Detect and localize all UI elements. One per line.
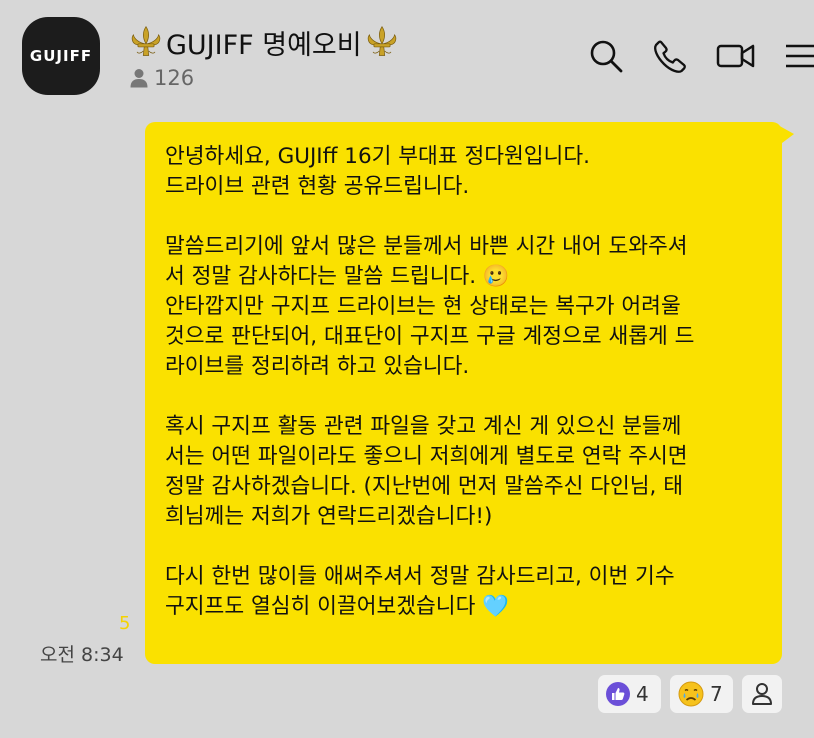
message-time: 오전 8:34 bbox=[40, 644, 124, 666]
message-bubble[interactable]: 안녕하세요, GUJIff 16기 부대표 정다원입니다. 드라이브 관련 현황 … bbox=[145, 122, 782, 664]
phone-icon[interactable] bbox=[652, 38, 688, 74]
message-line: 서는 어떤 파일이라도 좋으니 저희에게 별도로 연락 주시면 bbox=[165, 444, 688, 469]
chat-header: GUJIFF GUJIFF 명예오비 126 bbox=[0, 0, 814, 110]
like-count: 4 bbox=[636, 682, 649, 706]
search-icon[interactable] bbox=[588, 38, 624, 74]
message-line: 구지프도 열심히 이끌어보겠습니다 🩵 bbox=[165, 594, 509, 619]
message-line bbox=[165, 532, 764, 562]
chat-title: GUJIFF 명예오비 bbox=[166, 29, 362, 61]
person-icon bbox=[130, 69, 148, 88]
reaction-sad[interactable]: 7 bbox=[670, 675, 733, 713]
video-icon[interactable] bbox=[716, 38, 756, 74]
message-line: 라이브를 정리하려 하고 있습니다. bbox=[165, 354, 470, 379]
message-line: 다시 한번 많이들 애써주셔서 정말 감사드리고, 이번 기수 bbox=[165, 564, 675, 589]
message-line: 희님께는 저희가 연락드리겠습니다!) bbox=[165, 504, 493, 529]
message-text: 안녕하세요, GUJIff 16기 부대표 정다원입니다. 드라이브 관련 현황 … bbox=[165, 142, 764, 622]
fleur-de-lis-icon bbox=[367, 26, 396, 56]
member-count: 126 bbox=[130, 66, 194, 90]
message-line: 것으로 판단되어, 대표단이 구지프 구글 계정으로 새롭게 드 bbox=[165, 324, 695, 349]
message-line: 정말 감사하겠습니다. (지난번에 먼저 말씀주신 다인님, 태 bbox=[165, 474, 684, 499]
chat-avatar[interactable]: GUJIFF bbox=[22, 17, 100, 95]
message-line: 말씀드리기에 앞서 많은 분들께서 바쁜 시간 내어 도와주셔 bbox=[165, 234, 688, 259]
message-line: 드라이브 관련 현황 공유드립니다. bbox=[165, 174, 470, 199]
thumbs-up-icon bbox=[606, 682, 630, 706]
fleur-de-lis-icon bbox=[131, 26, 161, 56]
person-icon bbox=[752, 683, 772, 705]
unread-count: 5 bbox=[119, 613, 131, 634]
message-line: 안타깝지만 구지프 드라이브는 현 상태로는 복구가 어려울 bbox=[165, 294, 681, 319]
menu-icon[interactable] bbox=[784, 38, 814, 74]
message-line: 서 정말 감사하다는 말씀 드립니다. 🥲 bbox=[165, 264, 510, 289]
message-line bbox=[165, 382, 764, 412]
message-line bbox=[165, 202, 764, 232]
reaction-members-button[interactable] bbox=[742, 675, 782, 713]
member-count-value: 126 bbox=[154, 66, 195, 90]
sad-count: 7 bbox=[710, 682, 723, 706]
message-line: 안녕하세요, GUJIff 16기 부대표 정다원입니다. bbox=[165, 144, 590, 169]
avatar-logo-text: GUJIFF bbox=[29, 47, 93, 65]
message-line: 혹시 구지프 활동 관련 파일을 갖고 계신 게 있으신 분들께 bbox=[165, 414, 682, 439]
sad-face-icon bbox=[678, 681, 704, 707]
reaction-like[interactable]: 4 bbox=[598, 675, 661, 713]
chat-title-row: GUJIFF 명예오비 bbox=[128, 22, 400, 62]
